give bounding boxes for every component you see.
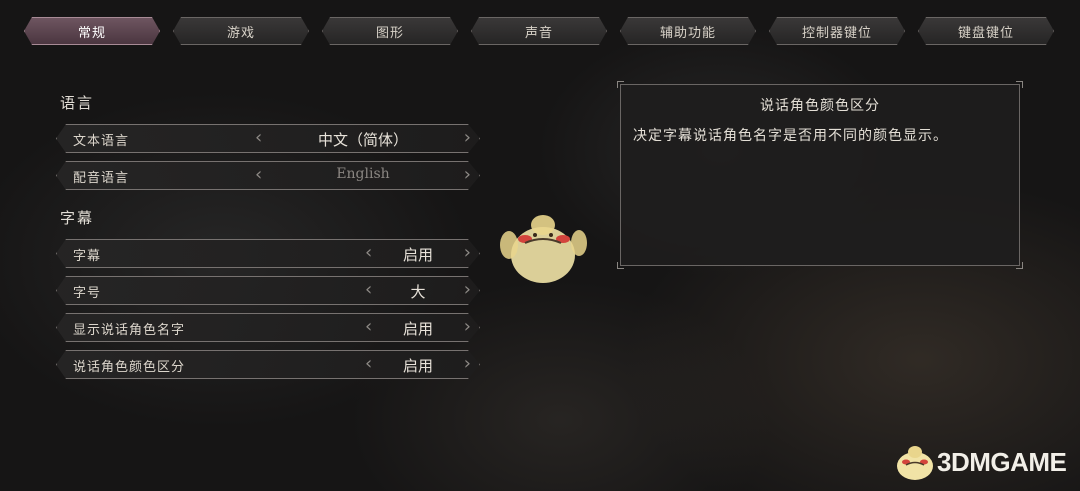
option-selector: ‹ 启用 › <box>367 314 469 341</box>
setting-label: 配音语言 <box>73 171 130 186</box>
setting-label: 字幕 <box>73 249 102 264</box>
option-selector: ‹ 大 › <box>367 277 469 304</box>
chevron-right-icon[interactable]: › <box>464 316 471 337</box>
tab-keyboard-bindings[interactable]: 键盘键位 <box>918 17 1054 45</box>
tab-label: 控制器键位 <box>801 25 872 41</box>
panel-corner <box>1016 262 1023 269</box>
description-body: 决定字幕说话角色名字是否用不同的颜色显示。 <box>633 128 948 144</box>
description-title: 说话角色颜色区分 <box>760 98 880 114</box>
setting-value: 中文（简体） <box>317 131 408 149</box>
site-watermark: 3DMGAME <box>893 442 1067 482</box>
mascot-watermark-icon <box>500 215 587 283</box>
setting-row-text-language[interactable]: 文本语言 ‹ 中文（简体） › <box>56 124 480 153</box>
setting-value: English <box>336 166 390 182</box>
setting-label: 说话角色颜色区分 <box>73 360 186 375</box>
chevron-right-icon[interactable]: › <box>464 279 471 300</box>
setting-row-speaker-color[interactable]: 说话角色颜色区分 ‹ 启用 › <box>56 350 480 379</box>
tab-label: 常规 <box>77 25 106 41</box>
option-selector: ‹ 中文（简体） › <box>257 125 469 152</box>
description-panel: 说话角色颜色区分 决定字幕说话角色名字是否用不同的颜色显示。 <box>617 81 1023 269</box>
panel-corner <box>617 81 624 88</box>
tab-game[interactable]: 游戏 <box>173 17 309 45</box>
setting-value: 启用 <box>402 320 433 338</box>
panel-corner <box>617 262 624 269</box>
section-title-language: 语言 <box>60 94 95 112</box>
tab-controller-bindings[interactable]: 控制器键位 <box>769 17 905 45</box>
tab-general[interactable]: 常规 <box>24 17 160 45</box>
tab-sound[interactable]: 声音 <box>471 17 607 45</box>
chevron-right-icon[interactable]: › <box>464 353 471 374</box>
setting-row-show-speaker-name[interactable]: 显示说话角色名字 ‹ 启用 › <box>56 313 480 342</box>
setting-row-voice-language[interactable]: 配音语言 ‹ English › <box>56 161 480 190</box>
chevron-right-icon[interactable]: › <box>464 164 471 185</box>
setting-label: 显示说话角色名字 <box>73 323 186 338</box>
tab-accessibility[interactable]: 辅助功能 <box>620 17 756 45</box>
tab-label: 辅助功能 <box>659 25 716 41</box>
setting-value: 大 <box>410 283 426 301</box>
tab-graphics[interactable]: 图形 <box>322 17 458 45</box>
section-title-subtitles: 字幕 <box>60 209 95 227</box>
setting-row-font-size[interactable]: 字号 ‹ 大 › <box>56 276 480 305</box>
chevron-right-icon[interactable]: › <box>464 242 471 263</box>
tab-label: 游戏 <box>226 25 255 41</box>
setting-row-subtitles[interactable]: 字幕 ‹ 启用 › <box>56 239 480 268</box>
chevron-right-icon[interactable]: › <box>464 127 471 148</box>
panel-corner <box>1016 81 1023 88</box>
tab-label: 声音 <box>524 25 553 41</box>
tab-label: 键盘键位 <box>957 25 1014 41</box>
tab-bar: 常规 游戏 图形 声音 辅助功能 控制器键位 键盘键位 <box>0 17 1080 49</box>
setting-label: 字号 <box>73 286 102 301</box>
setting-value: 启用 <box>402 357 433 375</box>
setting-value: 启用 <box>402 246 433 264</box>
option-selector: ‹ English › <box>257 162 469 189</box>
tab-label: 图形 <box>375 25 404 41</box>
setting-label: 文本语言 <box>73 134 130 149</box>
option-selector: ‹ 启用 › <box>367 240 469 267</box>
option-selector: ‹ 启用 › <box>367 351 469 378</box>
watermark-text: 3DMGAME <box>937 446 1067 477</box>
mascot-logo-icon <box>897 446 933 480</box>
